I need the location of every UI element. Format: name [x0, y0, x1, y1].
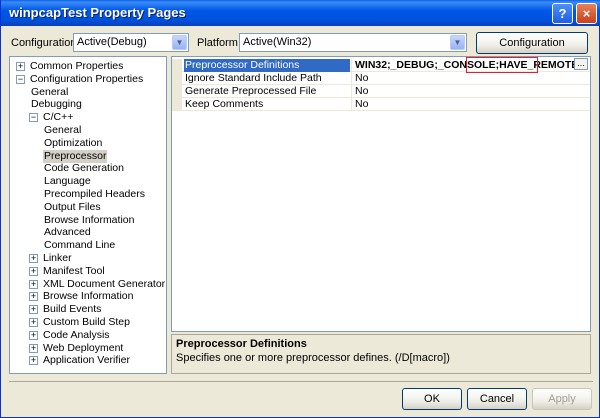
- tree-item-label: Preprocessor: [43, 149, 108, 163]
- expand-icon[interactable]: +: [29, 254, 38, 263]
- expand-icon[interactable]: +: [29, 292, 38, 302]
- close-button[interactable]: ×: [576, 3, 597, 24]
- tree-item-label: C/C++: [43, 111, 74, 124]
- apply-button[interactable]: Apply: [532, 388, 592, 410]
- expand-icon[interactable]: +: [29, 330, 38, 340]
- property-tree[interactable]: + Common Properties − Configuration Propert…: [9, 56, 167, 374]
- tree-item-label: Command Line: [44, 239, 116, 252]
- title-bar: winpcapTest Property Pages ? ×: [1, 0, 600, 26]
- configuration-label: Configuration:: [11, 37, 80, 49]
- tree-item-label: General: [31, 85, 69, 98]
- row-gutter: [172, 85, 182, 98]
- configuration-select[interactable]: Active(Debug) ▼: [73, 33, 189, 52]
- tree-item-label: Build Events: [43, 303, 102, 316]
- tree-item-label: Output Files: [44, 200, 101, 213]
- property-row[interactable]: Ignore Standard Include Path No: [172, 72, 590, 85]
- tree-item-label: Custom Build Step: [43, 316, 130, 328]
- tree-item-label: Manifest Tool: [43, 264, 105, 277]
- chevron-down-icon: ▼: [172, 35, 187, 50]
- property-row[interactable]: Keep Comments No: [172, 98, 590, 111]
- tree-item-label: Precompiled Headers: [44, 188, 145, 200]
- configuration-value: Active(Debug): [77, 36, 147, 48]
- edit-ellipsis-button[interactable]: ...: [574, 58, 588, 70]
- window-title: winpcapTest Property Pages: [9, 5, 186, 20]
- ok-button[interactable]: OK: [402, 388, 462, 410]
- expand-icon[interactable]: +: [29, 305, 38, 315]
- property-value[interactable]: No: [351, 85, 590, 98]
- expand-icon[interactable]: +: [29, 266, 38, 276]
- property-name: Ignore Standard Include Path: [185, 72, 322, 84]
- description-text: Specifies one or more preprocessor defin…: [176, 352, 450, 364]
- cancel-button[interactable]: Cancel: [467, 388, 527, 410]
- property-value[interactable]: No: [351, 72, 590, 85]
- row-gutter: [172, 98, 182, 111]
- tree-item-label: General: [44, 124, 82, 136]
- property-value[interactable]: No: [351, 98, 590, 111]
- collapse-icon[interactable]: −: [29, 113, 38, 123]
- tree-item-label: XML Document Generator: [43, 277, 166, 290]
- expand-icon[interactable]: +: [29, 343, 38, 353]
- tree-item-label: Browse Information: [44, 213, 135, 226]
- tree-item-label: Application Verifier: [43, 354, 130, 367]
- tree-item-label: Advanced: [44, 226, 91, 239]
- tree-item-label: Debugging: [31, 98, 82, 111]
- property-name: Keep Comments: [185, 98, 264, 110]
- property-name: Preprocessor Definitions: [184, 59, 350, 72]
- expand-icon[interactable]: +: [16, 62, 25, 71]
- expand-icon[interactable]: +: [29, 356, 38, 366]
- tree-item-label: Configuration Properties: [30, 72, 144, 85]
- help-button[interactable]: ?: [552, 3, 573, 24]
- chevron-down-icon: ▼: [450, 35, 465, 50]
- tree-item-label: Code Generation: [44, 162, 124, 175]
- property-name: Generate Preprocessed File: [185, 85, 317, 97]
- tree-item-label: Code Analysis: [43, 328, 110, 341]
- platform-value: Active(Win32): [243, 36, 312, 48]
- property-row[interactable]: Generate Preprocessed File No: [172, 85, 590, 98]
- property-grid[interactable]: Preprocessor Definitions WIN32;_DEBUG;_CO…: [171, 56, 591, 332]
- highlight-annotation: [466, 57, 538, 73]
- description-panel: Preprocessor Definitions Specifies one o…: [171, 334, 591, 374]
- platform-label: Platform:: [197, 37, 242, 49]
- property-pages-dialog: winpcapTest Property Pages ? × Configura…: [0, 0, 600, 418]
- row-gutter: [172, 72, 182, 85]
- divider: [9, 381, 593, 382]
- description-title: Preprocessor Definitions: [176, 338, 307, 350]
- tree-item-label: Optimization: [44, 136, 103, 149]
- platform-select[interactable]: Active(Win32) ▼: [239, 33, 467, 52]
- tree-item-label: Linker: [43, 252, 72, 264]
- row-gutter: [172, 59, 182, 72]
- expand-icon[interactable]: +: [29, 318, 38, 327]
- tree-item-label: Web Deployment: [43, 341, 124, 354]
- tree-item-label: Language: [44, 175, 91, 188]
- expand-icon[interactable]: +: [29, 279, 38, 289]
- collapse-icon[interactable]: −: [16, 74, 25, 84]
- configuration-manager-button[interactable]: Configuration Manager...: [476, 32, 588, 69]
- tree-item-label: Browse Information: [43, 290, 134, 303]
- tree-item-label: Common Properties: [30, 60, 124, 72]
